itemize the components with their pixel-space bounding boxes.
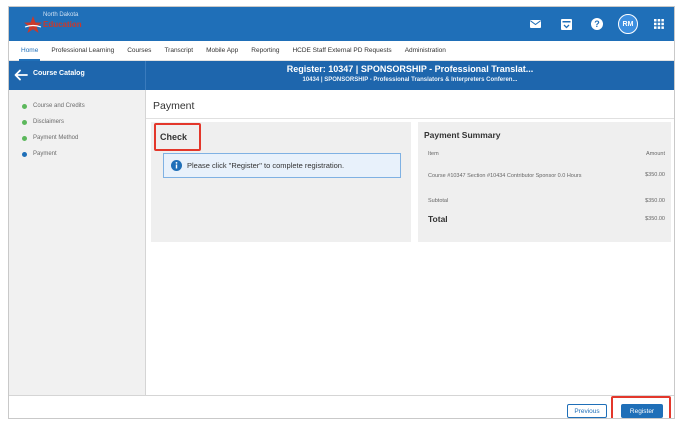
line-item-description: Course #10347 Section #10434 Contributor… <box>428 173 582 179</box>
step-label: Disclaimers <box>33 119 65 125</box>
page-title: Payment <box>153 100 195 112</box>
avatar-initials: RM <box>618 14 638 34</box>
current-dot-icon <box>22 151 27 157</box>
previous-button[interactable]: Previous <box>567 404 607 418</box>
user-avatar[interactable]: RM <box>617 13 639 35</box>
summary-subtotal-row: Subtotal $350.00 <box>428 198 665 204</box>
step-disclaimers[interactable]: Disclaimers <box>22 119 64 125</box>
step-payment[interactable]: Payment <box>22 151 57 157</box>
col-item-header: Item <box>428 151 439 157</box>
top-icons: ? RM <box>515 7 670 41</box>
total-label: Total <box>428 214 448 224</box>
register-button[interactable]: Register <box>621 404 663 418</box>
step-label: Payment <box>33 151 57 157</box>
registration-title: Register: 10347 | SPONSORSHIP - Professi… <box>286 64 534 74</box>
top-bar: North Dakota Education ? RM <box>9 7 674 41</box>
info-icon <box>171 160 182 171</box>
line-item-amount: $350.00 <box>645 172 665 178</box>
check-panel: Check Please click "Register" to complet… <box>151 122 411 242</box>
summary-line-item: Course #10347 Section #10434 Contributor… <box>428 172 665 180</box>
subtotal-amount: $350.00 <box>645 198 665 204</box>
course-catalog-link[interactable]: Course Catalog <box>33 70 85 77</box>
nav-home[interactable]: Home <box>18 41 41 61</box>
inbox-icon[interactable] <box>555 13 577 35</box>
nav-mobile-app[interactable]: Mobile App <box>206 41 238 61</box>
nav-administration[interactable]: Administration <box>405 41 446 61</box>
mail-icon[interactable] <box>524 13 546 35</box>
summary-header-row: Item Amount <box>428 151 665 157</box>
help-icon[interactable]: ? <box>586 13 608 35</box>
step-label: Course and Credits <box>33 103 85 109</box>
main-nav: Home Professional Learning Courses Trans… <box>9 41 674 61</box>
nav-reporting[interactable]: Reporting <box>251 41 279 61</box>
apps-grid-icon[interactable] <box>648 13 670 35</box>
nav-professional-learning[interactable]: Professional Learning <box>51 41 114 61</box>
complete-dot-icon <box>22 135 27 141</box>
payment-summary-panel: Payment Summary Item Amount Course #1034… <box>418 122 671 242</box>
svg-text:?: ? <box>594 19 600 29</box>
main-content: Payment Check Please click "Register" to… <box>146 90 674 395</box>
title-divider <box>146 118 674 119</box>
step-course-and-credits[interactable]: Course and Credits <box>22 103 85 109</box>
check-title: Check <box>160 132 188 142</box>
complete-dot-icon <box>22 103 27 109</box>
total-amount: $350.00 <box>645 216 665 222</box>
logo-line1: North Dakota <box>43 12 79 18</box>
info-message-box: Please click "Register" to complete regi… <box>163 153 401 178</box>
info-message: Please click "Register" to complete regi… <box>187 161 345 170</box>
footer-bar: Previous Register <box>9 395 674 418</box>
back-arrow-icon[interactable] <box>14 69 28 81</box>
brand-logo[interactable]: North Dakota Education <box>23 12 93 36</box>
nav-transcript[interactable]: Transcript <box>164 41 193 61</box>
nav-courses[interactable]: Courses <box>127 41 151 61</box>
step-label: Payment Method <box>33 135 79 141</box>
summary-total-row: Total $350.00 <box>428 214 665 224</box>
step-sidebar: Course and Credits Disclaimers Payment M… <box>9 90 146 395</box>
app-window: North Dakota Education ? RM Home Profess… <box>8 6 675 419</box>
logo-line2: Education <box>43 20 82 29</box>
step-payment-method[interactable]: Payment Method <box>22 135 78 141</box>
complete-dot-icon <box>22 119 27 125</box>
registration-header: Course Catalog Register: 10347 | SPONSOR… <box>9 61 674 90</box>
registration-subtitle: 10434 | SPONSORSHIP - Professional Trans… <box>302 77 518 83</box>
nav-external-pd-requests[interactable]: HCDE Staff External PD Requests <box>292 41 391 61</box>
star-logo-icon <box>24 16 42 33</box>
summary-title: Payment Summary <box>424 130 501 140</box>
subtotal-label: Subtotal <box>428 198 449 204</box>
col-amount-header: Amount <box>646 151 665 157</box>
